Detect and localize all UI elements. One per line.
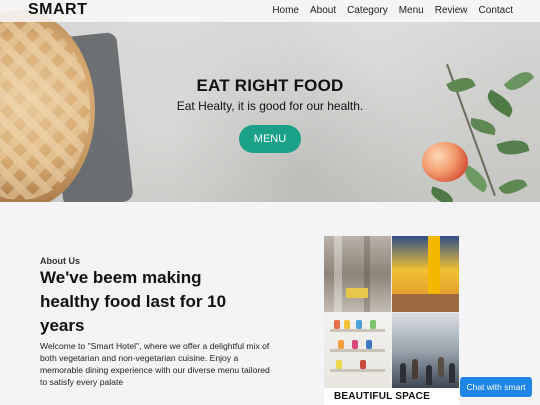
nav-link-about[interactable]: About <box>310 5 336 16</box>
about-image-mosaic <box>324 236 459 388</box>
about-description: Welcome to "Smart Hotel", where we offer… <box>40 341 270 387</box>
about-title: We've beem making healthy food last for … <box>40 268 227 335</box>
nav-link-contact[interactable]: Contact <box>479 5 513 16</box>
shelves-photo <box>324 313 391 388</box>
image-caption: BEAUTIFUL SPACE <box>334 391 430 402</box>
nav-link-category[interactable]: Category <box>347 5 388 16</box>
building-photo <box>324 236 391 312</box>
hero-banner: EAT RIGHT FOOD Eat Healty, it is good fo… <box>0 0 540 202</box>
top-navbar: SMART Home About Category Menu Review Co… <box>0 0 540 22</box>
menu-button[interactable]: MENU <box>239 125 301 153</box>
hero-peach-image <box>422 142 468 182</box>
crowd-photo <box>392 313 459 388</box>
nav-links: Home About Category Menu Review Contact <box>272 5 513 16</box>
nav-link-home[interactable]: Home <box>272 5 299 16</box>
chat-button[interactable]: Chat with smart <box>460 377 532 397</box>
about-kicker: About Us <box>40 256 80 266</box>
hero-subtitle: Eat Healty, it is good for our health. <box>176 99 364 113</box>
interior-photo <box>392 236 459 312</box>
hero-title: EAT RIGHT FOOD <box>196 76 344 95</box>
nav-link-review[interactable]: Review <box>435 5 468 16</box>
nav-link-menu[interactable]: Menu <box>399 5 424 16</box>
site-logo[interactable]: SMART <box>28 1 87 19</box>
